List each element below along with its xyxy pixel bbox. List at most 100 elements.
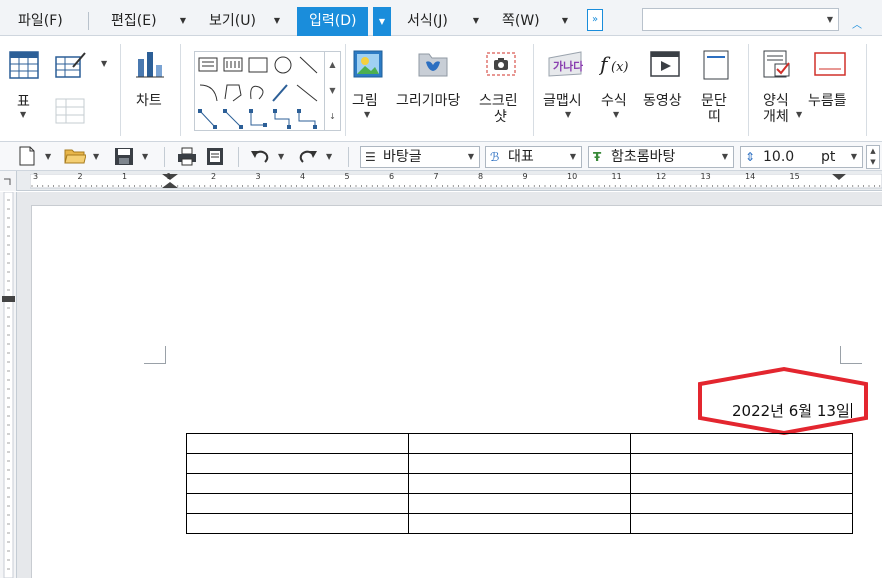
undo-icon[interactable]	[250, 147, 270, 165]
paragraph-band-icon[interactable]	[703, 50, 729, 80]
ruler-number: 14	[745, 172, 756, 181]
wordart-label[interactable]: 글맵시	[543, 90, 582, 110]
document-table[interactable]	[186, 433, 853, 534]
shape-gallery-icons[interactable]	[197, 55, 325, 129]
font-size-combo[interactable]: ⇕ 10.0 pt ▼	[740, 146, 863, 168]
table-label[interactable]: 표	[17, 91, 30, 111]
picture-dropdown-icon[interactable]: ▼	[364, 110, 370, 119]
menu-format[interactable]: 서식(J)	[407, 8, 448, 36]
menu-view-dropdown[interactable]: ▼	[270, 8, 284, 34]
form-object-icon[interactable]	[763, 50, 795, 80]
gallery-more-icon[interactable]: ↓	[324, 104, 340, 131]
push-button-field-icon[interactable]	[814, 52, 846, 76]
menu-page-dropdown[interactable]: ▼	[558, 8, 572, 34]
table-cell[interactable]	[630, 493, 853, 514]
chevron-down-icon: ▼	[721, 152, 728, 161]
svg-text:f: f	[599, 52, 611, 76]
table-cell[interactable]	[630, 453, 853, 474]
menu-edit[interactable]: 편집(E)	[111, 8, 157, 36]
picture-icon[interactable]	[353, 50, 383, 78]
horizontal-ruler[interactable]: 3 2 1 1 2 3 4 5 6 7 8 9 10 11 12 13 14 15	[0, 171, 882, 191]
undo-dropdown-icon[interactable]: ▼	[278, 152, 284, 161]
chart-label[interactable]: 차트	[136, 90, 162, 110]
table-cell[interactable]	[186, 473, 409, 494]
menu-expand-button[interactable]: »	[587, 9, 603, 31]
menu-view[interactable]: 보기(U)	[209, 8, 256, 36]
ruler-number: 3	[33, 172, 39, 181]
open-dropdown-icon[interactable]: ▼	[93, 152, 99, 161]
save-icon[interactable]	[114, 147, 134, 166]
picture-label[interactable]: 그림	[352, 90, 378, 110]
equation-icon[interactable]: f (x)	[599, 49, 633, 79]
video-label[interactable]: 동영상	[643, 90, 682, 110]
drawing-market-label[interactable]: 그리기마당	[396, 90, 460, 110]
form-object-dropdown-icon[interactable]: ▼	[796, 110, 802, 119]
svg-text:가나다: 가나다	[553, 59, 583, 73]
print-preview-icon[interactable]	[206, 147, 224, 166]
gallery-scroll-down-icon[interactable]: ▼	[324, 78, 340, 104]
collapse-ribbon-icon[interactable]: ︿	[852, 16, 862, 31]
table-cell[interactable]	[186, 493, 409, 514]
document-area[interactable]: 2022년 6월 13일	[17, 192, 882, 578]
style-combo[interactable]: ☰ 바탕글 ▼	[360, 146, 480, 168]
menu-insert[interactable]: 입력(D)	[297, 7, 369, 36]
chart-icon[interactable]	[135, 49, 165, 79]
menu-page[interactable]: 쪽(W)	[502, 8, 540, 36]
table-cell[interactable]	[186, 513, 409, 534]
redo-icon[interactable]	[298, 147, 318, 165]
gallery-scroll-up-icon[interactable]: ▲	[324, 52, 340, 78]
redo-dropdown-icon[interactable]: ▼	[326, 152, 332, 161]
table-cell[interactable]	[408, 493, 631, 514]
push-button-field-label[interactable]: 누름틀	[808, 90, 847, 110]
open-folder-icon[interactable]	[64, 147, 86, 165]
save-dropdown-icon[interactable]: ▼	[142, 152, 148, 161]
language-combo[interactable]: ℬ 대표 ▼	[485, 146, 582, 168]
date-text[interactable]: 2022년 6월 13일	[732, 400, 853, 421]
edit-table-icon[interactable]	[55, 51, 87, 79]
ribbon: 표 ▼ ▼ 차트 ▲ ▼ ↓ 그림 ▼ 그리기마당 스크린 샷 가나다 글맵시 …	[0, 36, 882, 142]
svg-text:(x): (x)	[611, 60, 628, 75]
table-cell[interactable]	[408, 433, 631, 454]
new-dropdown-icon[interactable]: ▼	[45, 152, 51, 161]
table-icon[interactable]	[9, 51, 39, 79]
vertical-ruler[interactable]	[0, 191, 17, 578]
print-icon[interactable]	[177, 147, 197, 166]
drawing-market-icon[interactable]	[417, 50, 449, 78]
screenshot-label-2[interactable]: 샷	[494, 106, 507, 126]
ruler-corner-icon[interactable]	[0, 171, 17, 191]
font-size-spinner[interactable]: ▲ ▼	[866, 145, 880, 169]
edit-table-dropdown-icon[interactable]: ▼	[101, 59, 107, 68]
toolbar-separator	[238, 147, 239, 167]
font-combo[interactable]: Ŧ 함초롬바탕 ▼	[588, 146, 734, 168]
form-object-label-2[interactable]: 개체	[763, 106, 789, 126]
screenshot-icon[interactable]	[485, 50, 517, 78]
chevron-down-icon: ▼	[569, 152, 576, 161]
table-dropdown-icon[interactable]: ▼	[20, 110, 26, 119]
table-cell[interactable]	[408, 473, 631, 494]
ribbon-separator	[120, 44, 121, 136]
video-icon[interactable]	[650, 50, 680, 78]
table-cell[interactable]	[630, 473, 853, 494]
wordart-icon[interactable]: 가나다	[547, 50, 583, 78]
equation-dropdown-icon[interactable]: ▼	[613, 110, 619, 119]
equation-label[interactable]: 수식	[601, 90, 627, 110]
table-cell[interactable]	[186, 453, 409, 474]
table-cell[interactable]	[408, 513, 631, 534]
wordart-dropdown-icon[interactable]: ▼	[565, 110, 571, 119]
document-page[interactable]: 2022년 6월 13일	[31, 205, 882, 578]
paragraph-band-label-2[interactable]: 띠	[708, 106, 721, 126]
command-search-combo[interactable]: ▼	[642, 8, 839, 31]
table-cell[interactable]	[186, 433, 409, 454]
menu-edit-dropdown[interactable]: ▼	[176, 8, 190, 34]
table-cell[interactable]	[630, 513, 853, 534]
new-document-icon[interactable]	[18, 146, 36, 166]
table-cell[interactable]	[408, 453, 631, 474]
menu-file[interactable]: 파일(F)	[18, 8, 63, 36]
menu-insert-dropdown[interactable]: ▼	[373, 7, 391, 36]
ruler-number: 13	[700, 172, 711, 181]
shape-gallery[interactable]: ▲ ▼ ↓	[194, 51, 341, 131]
table-cell[interactable]	[630, 433, 853, 454]
ribbon-separator	[345, 44, 346, 136]
menu-format-dropdown[interactable]: ▼	[469, 8, 483, 34]
ruler-number: 6	[389, 172, 395, 181]
